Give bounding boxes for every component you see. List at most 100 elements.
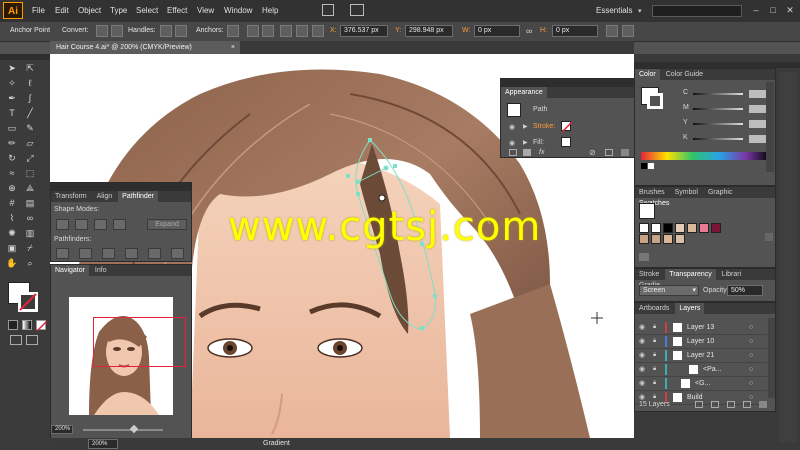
menu-edit[interactable]: Edit — [55, 6, 69, 15]
tab-align[interactable]: Align — [93, 191, 117, 202]
swatch-light-tan[interactable] — [663, 234, 673, 244]
delete-item-icon[interactable] — [621, 149, 629, 156]
lock-icon[interactable]: 🔒︎ — [653, 335, 656, 348]
transform-icon[interactable] — [606, 25, 618, 37]
h-field[interactable]: 0 px — [552, 25, 598, 37]
color-mode-icon[interactable] — [8, 320, 18, 330]
fx-button[interactable]: fx — [539, 149, 544, 156]
shape-builder-icon[interactable]: ⊕ — [6, 182, 18, 194]
menu-object[interactable]: Object — [78, 6, 101, 15]
add-fill-icon[interactable] — [523, 149, 531, 156]
locate-object-icon[interactable] — [695, 401, 703, 408]
none-mode-icon[interactable] — [36, 320, 47, 331]
pen-icon[interactable]: ✒ — [6, 92, 18, 104]
tab-color[interactable]: Color — [635, 69, 660, 80]
convert-corner-icon[interactable] — [96, 25, 108, 37]
graph-icon[interactable]: ▥ — [24, 227, 36, 239]
black-chip[interactable] — [641, 163, 647, 169]
color-stroke-swatch[interactable] — [647, 93, 663, 109]
target-icon[interactable]: ○ — [749, 335, 753, 348]
lasso-icon[interactable]: ℓ — [24, 77, 36, 89]
stroke-none-swatch[interactable] — [561, 121, 572, 132]
swatch-none[interactable] — [639, 223, 649, 233]
new-layer-icon[interactable] — [743, 401, 751, 408]
eraser-icon[interactable]: ▱ — [24, 137, 36, 149]
lock-icon[interactable]: 🔒︎ — [653, 363, 656, 376]
divide-icon[interactable] — [56, 248, 69, 259]
minus-back-icon[interactable] — [171, 248, 184, 259]
visibility-eye-icon[interactable]: ◉ — [639, 335, 645, 348]
navigator-zoom-handle[interactable] — [129, 424, 139, 434]
status-zoom-field[interactable]: 200% — [88, 439, 118, 449]
type-icon[interactable]: T — [6, 107, 18, 119]
navigator-zoom-field[interactable]: 200% — [51, 425, 73, 434]
crop-icon[interactable] — [125, 248, 138, 259]
isolate-icon[interactable] — [280, 25, 292, 37]
lock-icon[interactable]: 🔒︎ — [653, 349, 656, 362]
tab-appearance[interactable]: Appearance — [501, 87, 547, 98]
tab-info[interactable]: Info — [91, 265, 111, 276]
tab-symbols[interactable]: Symbol — [671, 187, 702, 198]
tab-transform[interactable]: Transform — [51, 191, 91, 202]
make-clipping-mask-icon[interactable] — [711, 401, 719, 408]
menu-select[interactable]: Select — [136, 6, 158, 15]
merge-icon[interactable] — [102, 248, 115, 259]
blend-mode-select[interactable]: Screen ▾ — [639, 285, 699, 296]
visibility-eye-icon[interactable]: ◉ — [639, 349, 645, 362]
target-icon[interactable]: ○ — [749, 349, 753, 362]
stroke-expand-icon[interactable]: ▶ — [523, 123, 528, 130]
intersect-icon[interactable] — [94, 219, 107, 230]
tab-navigator[interactable]: Navigator — [51, 265, 89, 276]
layer-row[interactable]: ◉ 🔒︎ Layer 13 ○ — [635, 321, 767, 335]
maximize-button[interactable]: □ — [767, 4, 779, 16]
layer-row[interactable]: ◉ 🔒︎ <Pa... ○ — [635, 363, 767, 377]
visibility-eye-icon[interactable]: ◉ — [639, 377, 645, 390]
add-stroke-icon[interactable] — [509, 149, 517, 156]
constrain-link-icon[interactable]: ∞ — [526, 26, 532, 36]
bridge-icon[interactable] — [322, 4, 334, 16]
tab-brushes[interactable]: Brushes — [635, 187, 669, 198]
navigator-view-box[interactable] — [93, 317, 186, 367]
arrange-documents-icon[interactable] — [350, 4, 364, 16]
menu-window[interactable]: Window — [224, 6, 252, 15]
opacity-field[interactable]: 50% — [727, 285, 763, 296]
color-scrollbar[interactable] — [766, 82, 774, 172]
tools-panel-header[interactable] — [0, 54, 50, 60]
swatch-black[interactable] — [663, 223, 673, 233]
swatch-pink[interactable] — [699, 223, 709, 233]
reference-point-icon[interactable] — [312, 25, 324, 37]
layer-row[interactable]: ◉ 🔒︎ <G... ○ — [635, 377, 767, 391]
cut-path-icon[interactable] — [262, 25, 274, 37]
close-document-icon[interactable]: × — [231, 41, 235, 54]
w-field[interactable]: 0 px — [474, 25, 520, 37]
minimize-button[interactable]: – — [750, 4, 762, 16]
menu-effect[interactable]: Effect — [167, 6, 187, 15]
fill-label[interactable]: Fill: — [533, 139, 544, 146]
hide-handles-icon[interactable] — [175, 25, 187, 37]
artboard-icon[interactable]: ▣ — [6, 242, 18, 254]
panel-menu-icon[interactable] — [622, 25, 634, 37]
show-handles-icon[interactable] — [160, 25, 172, 37]
swatches-fill-stroke[interactable] — [639, 203, 655, 219]
fill-visibility-icon[interactable]: ◉ — [509, 139, 515, 147]
convert-smooth-icon[interactable] — [111, 25, 123, 37]
tab-color-guide[interactable]: Color Guide — [662, 69, 707, 80]
pencil-icon[interactable]: ✏ — [6, 137, 18, 149]
search-field[interactable] — [652, 5, 742, 17]
curvature-icon[interactable]: ∫ — [24, 92, 36, 104]
tab-graphic-styles[interactable]: Graphic — [704, 187, 737, 198]
close-window-button[interactable]: ✕ — [784, 4, 796, 16]
swatch-white[interactable] — [651, 223, 661, 233]
target-icon[interactable]: ○ — [749, 377, 753, 390]
lock-icon[interactable]: 🔒︎ — [653, 377, 656, 390]
menu-file[interactable]: File — [32, 6, 45, 15]
swatch-tan[interactable] — [639, 234, 649, 244]
zoom-icon[interactable]: ⌕ — [24, 257, 36, 269]
draw-normal-icon[interactable] — [10, 335, 22, 345]
tab-layers[interactable]: Layers — [675, 303, 705, 314]
gradient-mode-icon[interactable] — [22, 320, 32, 330]
swatch-library-icon[interactable] — [639, 253, 649, 261]
document-tab[interactable]: Hair Course 4.ai* @ 200% (CMYK/Preview) … — [50, 41, 240, 54]
duplicate-item-icon[interactable] — [605, 149, 613, 156]
line-icon[interactable]: ╱ — [24, 107, 36, 119]
